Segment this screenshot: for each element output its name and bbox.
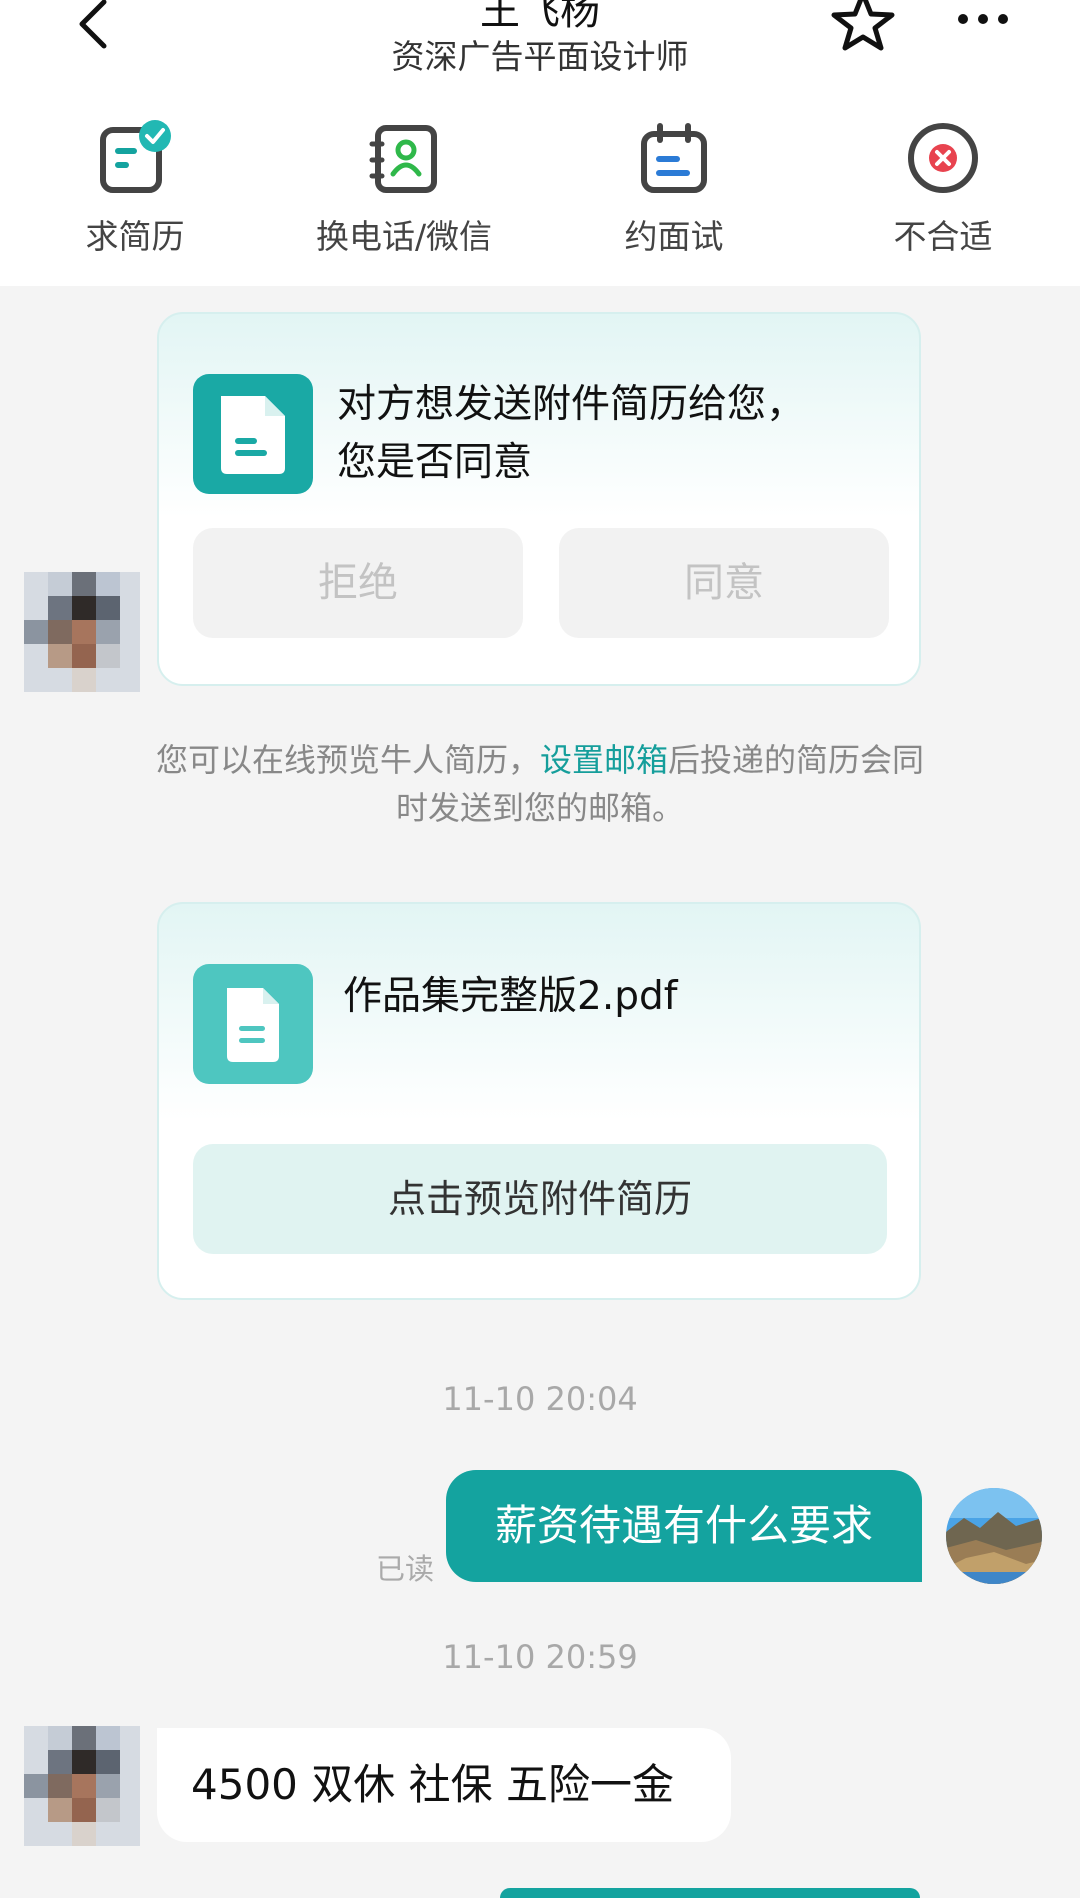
exchange-contact-label: 换电话/微信 — [315, 217, 493, 256]
preview-resume-button[interactable]: 点击预览附件简历 — [193, 1144, 887, 1254]
system-message-prefix: 您可以在线预览牛人简历， — [155, 741, 540, 779]
exchange-contact-action[interactable]: 换电话/微信 — [289, 120, 519, 258]
resume-request-line1: 对方想发送附件简历给您， — [337, 382, 806, 427]
my-avatar[interactable] — [946, 1488, 1042, 1584]
landscape-avatar-image — [946, 1488, 1042, 1584]
request-resume-action[interactable]: 求简历 — [20, 120, 250, 258]
resume-request-line2: 您是否同意 — [337, 440, 533, 485]
schedule-interview-action[interactable]: 约面试 — [559, 120, 789, 258]
read-status: 已读 — [376, 1552, 435, 1586]
pixelated-avatar-image — [24, 572, 140, 692]
back-button[interactable] — [72, 0, 122, 50]
chevron-left-icon — [79, 0, 107, 49]
attachment-filename[interactable]: 作品集完整版2.pdf — [343, 968, 677, 1026]
resume-request-text: 对方想发送附件简历给您， 您是否同意 — [337, 376, 805, 492]
chat-header: 王飞杨 资深广告平面设计师 求简历 换电话/微信 约面试 不合适 — [0, 0, 1080, 286]
not-suitable-action[interactable]: 不合适 — [828, 120, 1058, 258]
document-icon — [193, 374, 313, 494]
received-message-bubble[interactable]: 4500 双休 社保 五险一金 — [157, 1728, 731, 1842]
contact-book-icon — [369, 125, 437, 193]
more-button[interactable] — [953, 4, 1013, 34]
favorite-button[interactable] — [828, 0, 898, 52]
message-timestamp: 11-10 20:59 — [442, 1638, 638, 1676]
reject-circle-icon — [908, 123, 978, 193]
system-message: 您可以在线预览牛人简历，设置邮箱后投递的简历会同时发送到您的邮箱。 — [150, 736, 930, 832]
schedule-interview-label: 约面试 — [624, 217, 724, 256]
not-suitable-label: 不合适 — [893, 217, 993, 256]
attachment-card: 作品集完整版2.pdf 点击预览附件简历 — [157, 902, 921, 1300]
set-email-link[interactable]: 设置邮箱 — [540, 741, 668, 779]
sent-message-bubble[interactable]: 薪资待遇有什么要求 — [446, 1470, 922, 1582]
contact-avatar[interactable] — [24, 1726, 140, 1846]
more-dots-icon — [958, 14, 1008, 24]
resume-check-icon — [100, 120, 171, 193]
pixelated-avatar-image — [24, 1726, 140, 1846]
message-timestamp: 11-10 20:04 — [442, 1380, 638, 1418]
resume-request-card: 对方想发送附件简历给您， 您是否同意 拒绝 同意 — [157, 312, 921, 686]
next-message-bubble-edge — [500, 1888, 920, 1898]
contact-avatar[interactable] — [24, 572, 140, 692]
reject-button[interactable]: 拒绝 — [193, 528, 523, 638]
calendar-icon — [641, 123, 707, 193]
request-resume-label: 求简历 — [85, 217, 185, 256]
contact-position: 资深广告平面设计师 — [391, 37, 689, 76]
agree-button[interactable]: 同意 — [559, 528, 889, 638]
pdf-file-icon — [193, 964, 313, 1084]
star-icon — [831, 0, 895, 51]
